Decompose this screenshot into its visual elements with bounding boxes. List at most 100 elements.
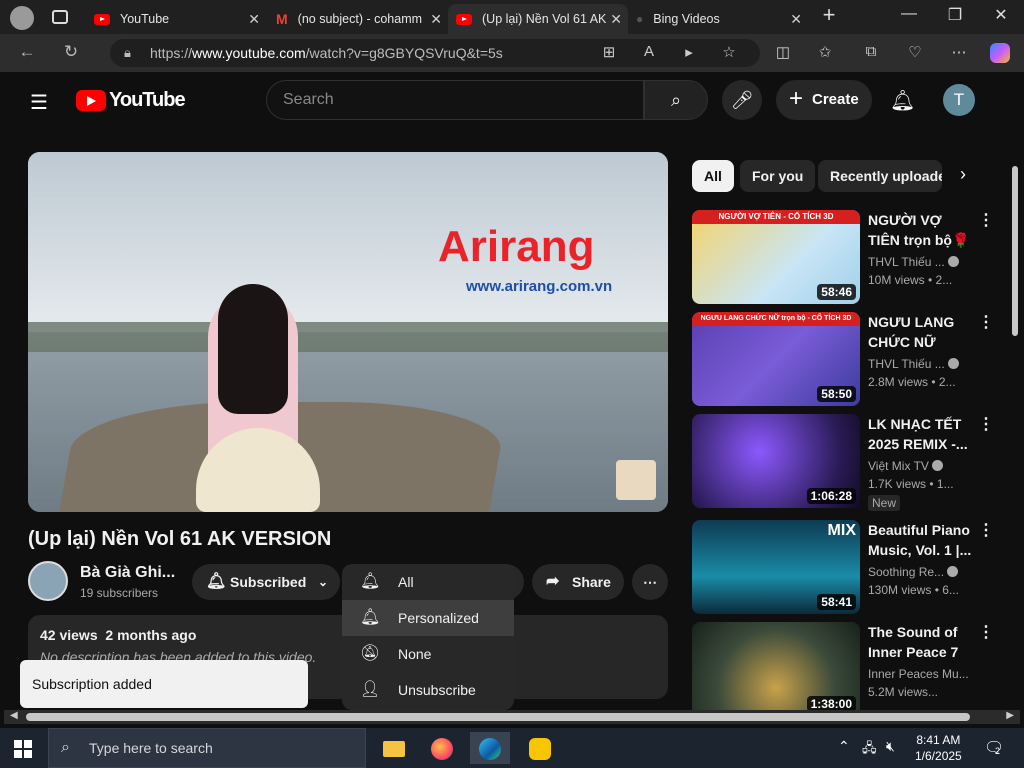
chip-for-you[interactable]: For you [740,160,816,192]
menu-item-none[interactable]: 🔕︎ None [342,636,514,672]
tab-current-video[interactable]: (Up lại) Nền Vol 61 AK ✕ [448,4,628,34]
more-vertical-icon[interactable]: ⋮ [978,414,994,434]
thumbnail-caption: NGƯỜI VỢ TIÊN - CỔ TÍCH 3D [692,210,860,224]
profile-icon[interactable] [10,6,34,30]
video-frame-hair [218,284,288,414]
read-aloud-icon[interactable]: A [638,43,660,60]
search-button[interactable]: ⌕ [644,80,708,120]
video-player[interactable]: Arirang www.arirang.com.vn [28,152,668,512]
channel-label: Soothing Re... [868,565,945,579]
voice-search-button[interactable]: 🎤︎ [722,80,762,120]
horizontal-scroll-thumb[interactable] [26,713,970,721]
create-button[interactable]: Create [776,79,872,120]
firefox-icon[interactable] [422,732,462,764]
menu-item-label: None [398,646,432,662]
browser-essentials-icon[interactable]: ♡ [904,43,926,61]
scroll-left-icon[interactable]: ◀ [10,710,18,721]
search-input[interactable]: Search [266,80,644,120]
vertical-scroll-thumb[interactable] [1012,166,1018,336]
duration-badge: 1:06:28 [806,488,856,504]
copilot-icon[interactable] [990,43,1010,63]
recommendation-item[interactable]: NGƯU LANG CHỨC NỮ trọn bộ - CỔ TÍCH 3D 5… [692,312,1004,408]
network-icon[interactable]: 🖧︎ [862,739,877,761]
close-tab-icon[interactable]: ✕ [430,11,442,28]
tab-bing-videos[interactable]: ● Bing Videos ✕ [628,4,808,34]
logo-text: YouTube [109,89,186,111]
video-thumbnail[interactable]: NGƯỜI VỢ TIÊN - CỔ TÍCH 3D 58:46 [692,210,860,304]
app-available-icon[interactable]: ⊞ [598,43,620,61]
split-screen-icon[interactable]: ◫ [772,43,794,61]
video-thumbnail[interactable]: 1:06:28 [692,414,860,508]
subscribed-button[interactable]: 🔔︎ Subscribed ⌄ [192,564,340,600]
collections-icon[interactable]: ⧉ [860,43,882,60]
menu-item-personalized[interactable]: 🔔︎ Personalized [342,600,514,636]
menu-item-all[interactable]: 🔔︎ All [342,564,514,600]
edge-icon[interactable] [470,732,510,764]
recommendation-item[interactable]: MIX 58:41 Beautiful Piano Music, Vol. 1 … [692,520,1004,616]
verified-check-icon [931,460,943,471]
favorites-icon[interactable]: ✩ [814,43,836,61]
menu-item-unsubscribe[interactable]: 👤︎ Unsubscribe [342,672,514,708]
video-thumbnail[interactable]: 1:38:00 [692,622,860,712]
chip-all[interactable]: All [692,160,734,192]
windows-start-icon[interactable] [14,740,32,758]
show-hidden-icons-chevron-icon[interactable]: ⌃ [838,738,850,755]
maximize-icon[interactable]: ❐ [940,5,970,25]
video-frame-shore [28,322,668,352]
account-avatar[interactable]: T [943,84,975,116]
video-thumbnail[interactable]: MIX 58:41 [692,520,860,614]
recommendation-item[interactable]: 1:38:00 The Sound of Inner Peace 7 ... I… [692,622,1004,712]
app-icon-yellow[interactable] [520,732,560,764]
close-tab-icon[interactable]: ✕ [790,11,802,28]
more-vertical-icon[interactable]: ⋮ [978,622,994,642]
new-tab-icon[interactable]: + [814,2,844,28]
recommendation-item[interactable]: NGƯỜI VỢ TIÊN - CỔ TÍCH 3D 58:46 NGƯỜI V… [692,210,1004,306]
video-thumbnail[interactable]: NGƯU LANG CHỨC NỮ trọn bộ - CỔ TÍCH 3D 5… [692,312,860,406]
more-vertical-icon[interactable]: ⋮ [978,520,994,540]
recommendation-title: LK NHẠC TẾT 2025 REMIX -... [868,416,968,452]
channel-avatar[interactable] [28,561,68,601]
channel-watermark-icon[interactable] [616,460,656,500]
close-tab-icon[interactable]: ✕ [610,11,622,28]
more-vertical-icon[interactable]: ⋮ [978,210,994,230]
channel-name[interactable]: Bà Già Ghi... [80,564,175,582]
scroll-right-icon[interactable]: ▶ [1006,710,1014,721]
close-tab-icon[interactable]: ✕ [248,11,260,28]
chip-recently-uploaded[interactable]: Recently uploade [818,160,942,192]
volume-muted-icon[interactable]: 🔇︎ [886,738,895,755]
recommendation-channel: Inner Peaces Mu... [868,667,969,681]
vertical-scrollbar[interactable] [1010,160,1020,712]
recommendation-item[interactable]: 1:06:28 LK NHẠC TẾT 2025 REMIX -... Việt… [692,414,1004,511]
more-menu-icon[interactable]: ⋯ [948,43,970,61]
verified-check-icon [947,566,959,577]
duration-badge: 58:50 [817,386,856,402]
taskbar-search-input[interactable]: ⌕ Type here to search [48,728,366,768]
notifications-bell-icon[interactable]: 🔔︎ [890,88,915,113]
url-prefix: https:// [150,45,193,61]
back-icon[interactable]: ← [16,42,38,62]
menu-icon[interactable]: ☰ [30,90,48,115]
search-icon: ⌕ [670,90,682,110]
more-vertical-icon[interactable]: ⋮ [978,312,994,332]
refresh-icon[interactable]: ↻ [60,42,82,62]
favorite-star-icon[interactable]: ☆ [718,43,740,61]
tab-youtube[interactable]: YouTube ✕ [86,4,266,34]
more-actions-button[interactable]: ⋯ [632,564,668,600]
file-explorer-icon[interactable] [374,732,414,764]
media-icon[interactable]: ▸ [678,43,700,61]
upload-age: 2 months ago [105,627,197,643]
horizontal-scrollbar[interactable]: ◀ ▶ [4,710,1020,724]
url-field[interactable]: 🔒︎ https://www.youtube.com/watch?v=g8GBY… [110,39,760,67]
menu-item-label: Personalized [398,610,479,626]
youtube-logo[interactable]: YouTube [76,89,186,112]
tab-actions-icon[interactable] [52,10,68,24]
menu-item-label: All [398,574,414,590]
chevron-right-icon[interactable]: › [960,164,966,185]
minimize-icon[interactable]: — [894,5,924,23]
close-window-icon[interactable]: ✕ [986,5,1016,25]
share-button[interactable]: ➦ Share [532,564,624,600]
bell-icon: 🔔︎ [206,573,227,590]
taskbar-clock[interactable]: 8:41 AM 1/6/2025 [915,732,962,764]
notification-center-icon[interactable]: 🗨︎ 2 [984,738,1004,758]
tab-gmail[interactable]: M (no subject) - cohamm ✕ [268,4,448,34]
